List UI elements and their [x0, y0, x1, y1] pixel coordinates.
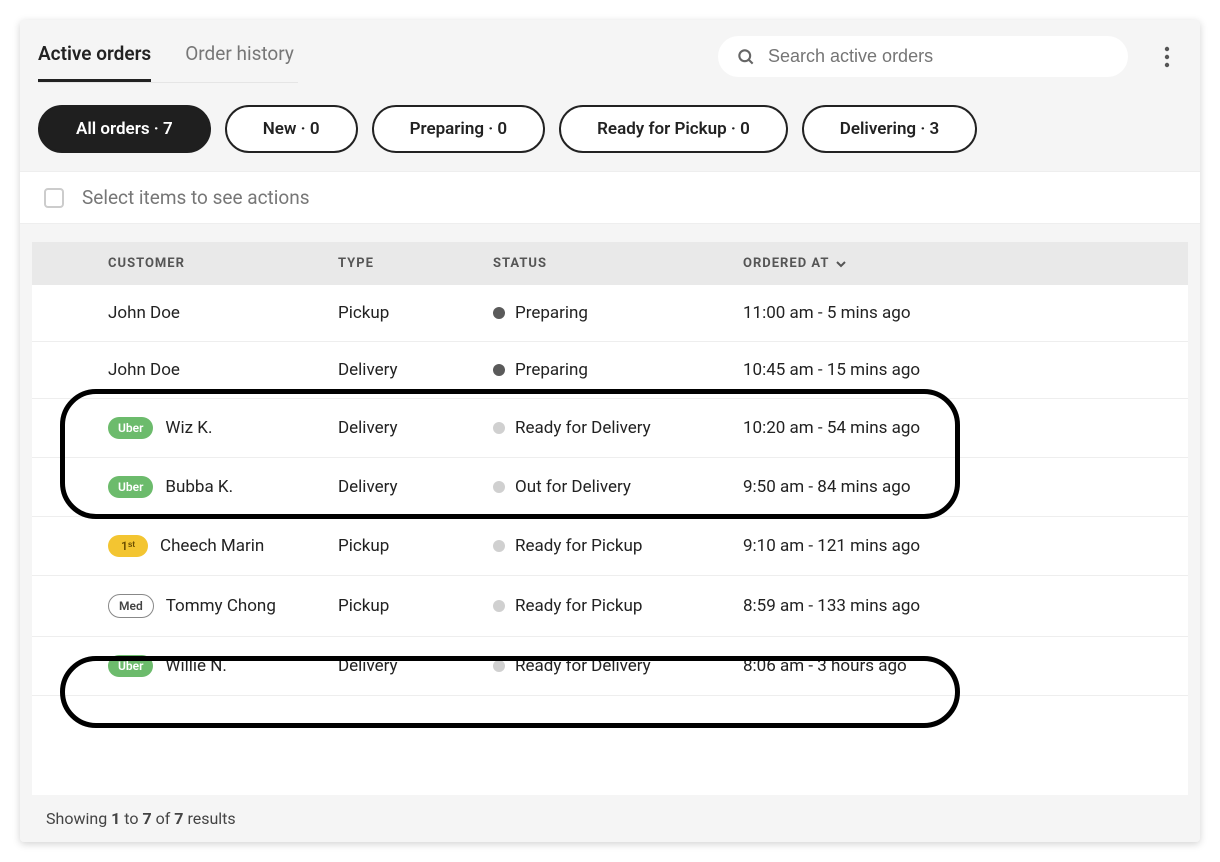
column-ordered-at-label: ORDERED AT	[743, 256, 829, 271]
search-input[interactable]	[768, 46, 1110, 67]
status-text: Ready for Pickup	[515, 596, 642, 616]
status-dot-icon	[493, 307, 505, 319]
status-dot-icon	[493, 660, 505, 672]
status-cell: Ready for Pickup	[493, 536, 743, 556]
customer-name: John Doe	[108, 360, 180, 380]
status-dot-icon	[493, 600, 505, 612]
status-text: Preparing	[515, 360, 588, 380]
uber-badge: Uber	[108, 417, 153, 439]
customer-cell: Uber Wiz K.	[58, 417, 338, 439]
status-cell: Ready for Delivery	[493, 656, 743, 676]
table-row[interactable]: Uber Willie N. Delivery Ready for Delivery 8…	[32, 637, 1188, 696]
ordered-at-cell: 9:50 am - 84 mins ago	[743, 477, 1162, 497]
customer-cell: John Doe	[58, 303, 338, 323]
type-cell: Pickup	[338, 596, 493, 616]
type-cell: Pickup	[338, 303, 493, 323]
select-all-checkbox[interactable]	[44, 188, 64, 208]
orders-panel: Active orders Order history All orders ·…	[20, 20, 1200, 842]
table-row[interactable]: John Doe Pickup Preparing 11:00 am - 5 mins…	[32, 285, 1188, 342]
first-badge: 1ˢᵗ	[108, 535, 148, 557]
table-row[interactable]: John Doe Delivery Preparing 10:45 am - 15 m…	[32, 342, 1188, 399]
tabs: Active orders Order history	[38, 30, 298, 83]
status-dot-icon	[493, 364, 505, 376]
search-icon	[736, 47, 756, 67]
status-cell: Ready for Pickup	[493, 596, 743, 616]
status-cell: Preparing	[493, 360, 743, 380]
status-text: Ready for Pickup	[515, 536, 642, 556]
ordered-at-cell: 8:59 am - 133 mins ago	[743, 596, 1162, 616]
results-footer: Showing 1 to 7 of 7 results	[20, 795, 1200, 842]
status-cell: Out for Delivery	[493, 477, 743, 497]
type-cell: Delivery	[338, 418, 493, 438]
status-text: Out for Delivery	[515, 477, 631, 497]
type-cell: Delivery	[338, 360, 493, 380]
ordered-at-cell: 11:00 am - 5 mins ago	[743, 303, 1162, 323]
column-type[interactable]: TYPE	[338, 256, 493, 271]
topbar: Active orders Order history	[20, 20, 1200, 83]
search-box[interactable]	[718, 36, 1128, 77]
filter-pills: All orders · 7 New · 0 Preparing · 0 Ready …	[20, 83, 1200, 171]
bulk-select-hint: Select items to see actions	[82, 186, 310, 209]
ordered-at-cell: 9:10 am - 121 mins ago	[743, 536, 1162, 556]
uber-badge: Uber	[108, 655, 153, 677]
filter-pill-3[interactable]: Ready for Pickup · 0	[559, 105, 788, 153]
bulk-select-bar: Select items to see actions	[20, 171, 1200, 224]
customer-name: Wiz K.	[165, 418, 212, 438]
status-dot-icon	[493, 422, 505, 434]
filter-pill-4[interactable]: Delivering · 3	[802, 105, 977, 153]
customer-cell: Uber Willie N.	[58, 655, 338, 677]
status-text: Ready for Delivery	[515, 656, 651, 676]
status-text: Preparing	[515, 303, 588, 323]
type-cell: Pickup	[338, 536, 493, 556]
customer-name: Tommy Chong	[166, 596, 276, 616]
table-row[interactable]: Med Tommy Chong Pickup Ready for Pickup 8:59…	[32, 576, 1188, 637]
status-dot-icon	[493, 540, 505, 552]
type-cell: Delivery	[338, 656, 493, 676]
filter-pill-0[interactable]: All orders · 7	[38, 105, 211, 153]
filter-pill-1[interactable]: New · 0	[225, 105, 358, 153]
customer-cell: Med Tommy Chong	[58, 594, 338, 618]
customer-name: Bubba K.	[165, 477, 233, 497]
ordered-at-cell: 10:20 am - 54 mins ago	[743, 418, 1162, 438]
customer-name: John Doe	[108, 303, 180, 323]
column-ordered-at[interactable]: ORDERED AT	[743, 256, 1162, 271]
column-customer[interactable]: CUSTOMER	[58, 256, 338, 271]
customer-cell: Uber Bubba K.	[58, 476, 338, 498]
ordered-at-cell: 10:45 am - 15 mins ago	[743, 360, 1162, 380]
customer-name: Willie N.	[165, 656, 226, 676]
med-badge: Med	[108, 594, 154, 618]
status-dot-icon	[493, 481, 505, 493]
status-cell: Ready for Delivery	[493, 418, 743, 438]
customer-cell: John Doe	[58, 360, 338, 380]
ordered-at-cell: 8:06 am - 3 hours ago	[743, 656, 1162, 676]
status-text: Ready for Delivery	[515, 418, 651, 438]
table-row[interactable]: Uber Bubba K. Delivery Out for Delivery 9:50…	[32, 458, 1188, 517]
uber-badge: Uber	[108, 476, 153, 498]
tab-order-history[interactable]: Order history	[185, 30, 294, 82]
chevron-down-icon	[835, 258, 847, 270]
status-cell: Preparing	[493, 303, 743, 323]
type-cell: Delivery	[338, 477, 493, 497]
filter-pill-2[interactable]: Preparing · 0	[372, 105, 546, 153]
customer-cell: 1ˢᵗ Cheech Marin	[58, 535, 338, 557]
table-row[interactable]: Uber Wiz K. Delivery Ready for Delivery 10:2…	[32, 399, 1188, 458]
column-status[interactable]: STATUS	[493, 256, 743, 271]
tab-active-orders[interactable]: Active orders	[38, 30, 151, 82]
customer-name: Cheech Marin	[160, 536, 264, 556]
table-row[interactable]: 1ˢᵗ Cheech Marin Pickup Ready for Pickup 9:1…	[32, 517, 1188, 576]
table-header: CUSTOMER TYPE STATUS ORDERED AT	[32, 242, 1188, 285]
more-menu-button[interactable]	[1152, 37, 1182, 77]
orders-table: CUSTOMER TYPE STATUS ORDERED AT John Doe…	[32, 242, 1188, 795]
